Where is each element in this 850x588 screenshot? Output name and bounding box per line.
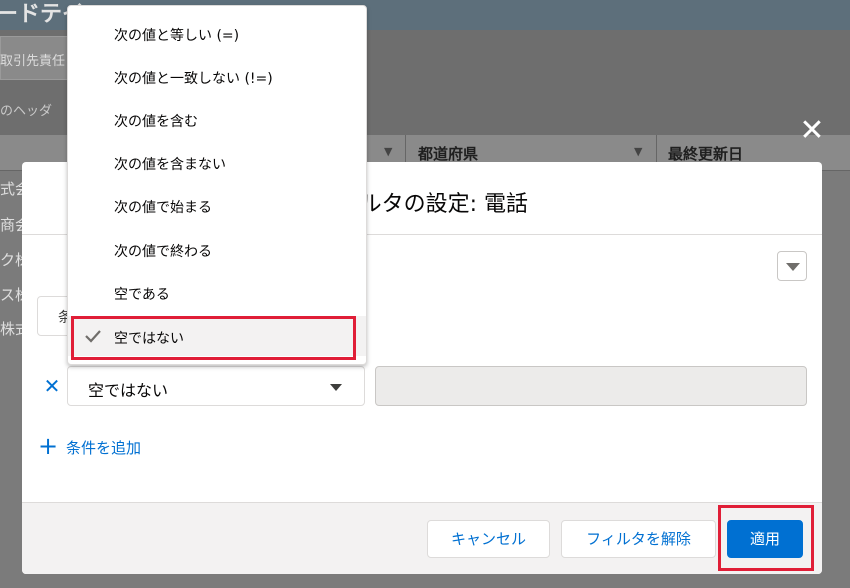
menu-item-label: 次の値で始まる xyxy=(114,200,212,216)
filter-value-input[interactable] xyxy=(375,366,807,406)
menu-item-is-empty[interactable]: 空である xyxy=(68,272,366,312)
add-condition-label: 条件を追加 xyxy=(66,439,142,457)
chevron-down-icon xyxy=(330,384,342,391)
menu-item-label: 次の値を含む xyxy=(114,114,198,130)
close-icon[interactable]: ✕ xyxy=(796,115,828,147)
clear-filter-button[interactable]: フィルタを解除 xyxy=(561,520,716,558)
bg-hint-text: のヘッダ xyxy=(0,104,53,119)
menu-item-not-equals[interactable]: 次の値と一致しない (!=) xyxy=(68,56,366,96)
remove-icon[interactable]: ✕ xyxy=(42,376,62,396)
menu-item-label: 次の値と等しい (=) xyxy=(114,28,240,44)
chevron-down-icon xyxy=(786,263,800,271)
chevron-down-icon: ▼ xyxy=(634,145,643,158)
highlight-box xyxy=(718,505,814,571)
menu-item-label: 空である xyxy=(114,287,170,303)
menu-item-not-contains[interactable]: 次の値を含まない xyxy=(68,142,366,182)
operator-dropdown-menu: 次の値と等しい (=) 次の値と一致しない (!=) 次の値を含む 次の値を含ま… xyxy=(67,5,367,365)
modal-footer: キャンセル フィルタを解除 適用 xyxy=(22,502,822,574)
menu-item-label: 次の値と一致しない (!=) xyxy=(114,71,273,87)
column-header-last-modified: 最終更新日 xyxy=(668,145,744,163)
menu-item-equals[interactable]: 次の値と等しい (=) xyxy=(68,13,366,53)
menu-item-label: 次の値を含まない xyxy=(114,157,226,173)
plus-icon: + xyxy=(38,432,59,460)
bg-toolbar-button-label: 取引先責任 xyxy=(0,54,66,69)
column-header-prefecture: 都道府県 xyxy=(418,145,479,163)
highlight-box xyxy=(71,316,356,360)
operator-select[interactable]: 空ではない xyxy=(67,366,365,406)
chevron-down-icon: ▼ xyxy=(384,145,393,158)
menu-item-ends-with[interactable]: 次の値で終わる xyxy=(68,229,366,269)
operator-select-value: 空ではない xyxy=(88,381,169,400)
cancel-button[interactable]: キャンセル xyxy=(427,520,550,558)
menu-item-label: 次の値で終わる xyxy=(114,244,212,260)
menu-item-starts-with[interactable]: 次の値で始まる xyxy=(68,185,366,225)
menu-item-contains[interactable]: 次の値を含む xyxy=(68,99,366,139)
filter-logic-toggle-button[interactable] xyxy=(777,251,807,281)
